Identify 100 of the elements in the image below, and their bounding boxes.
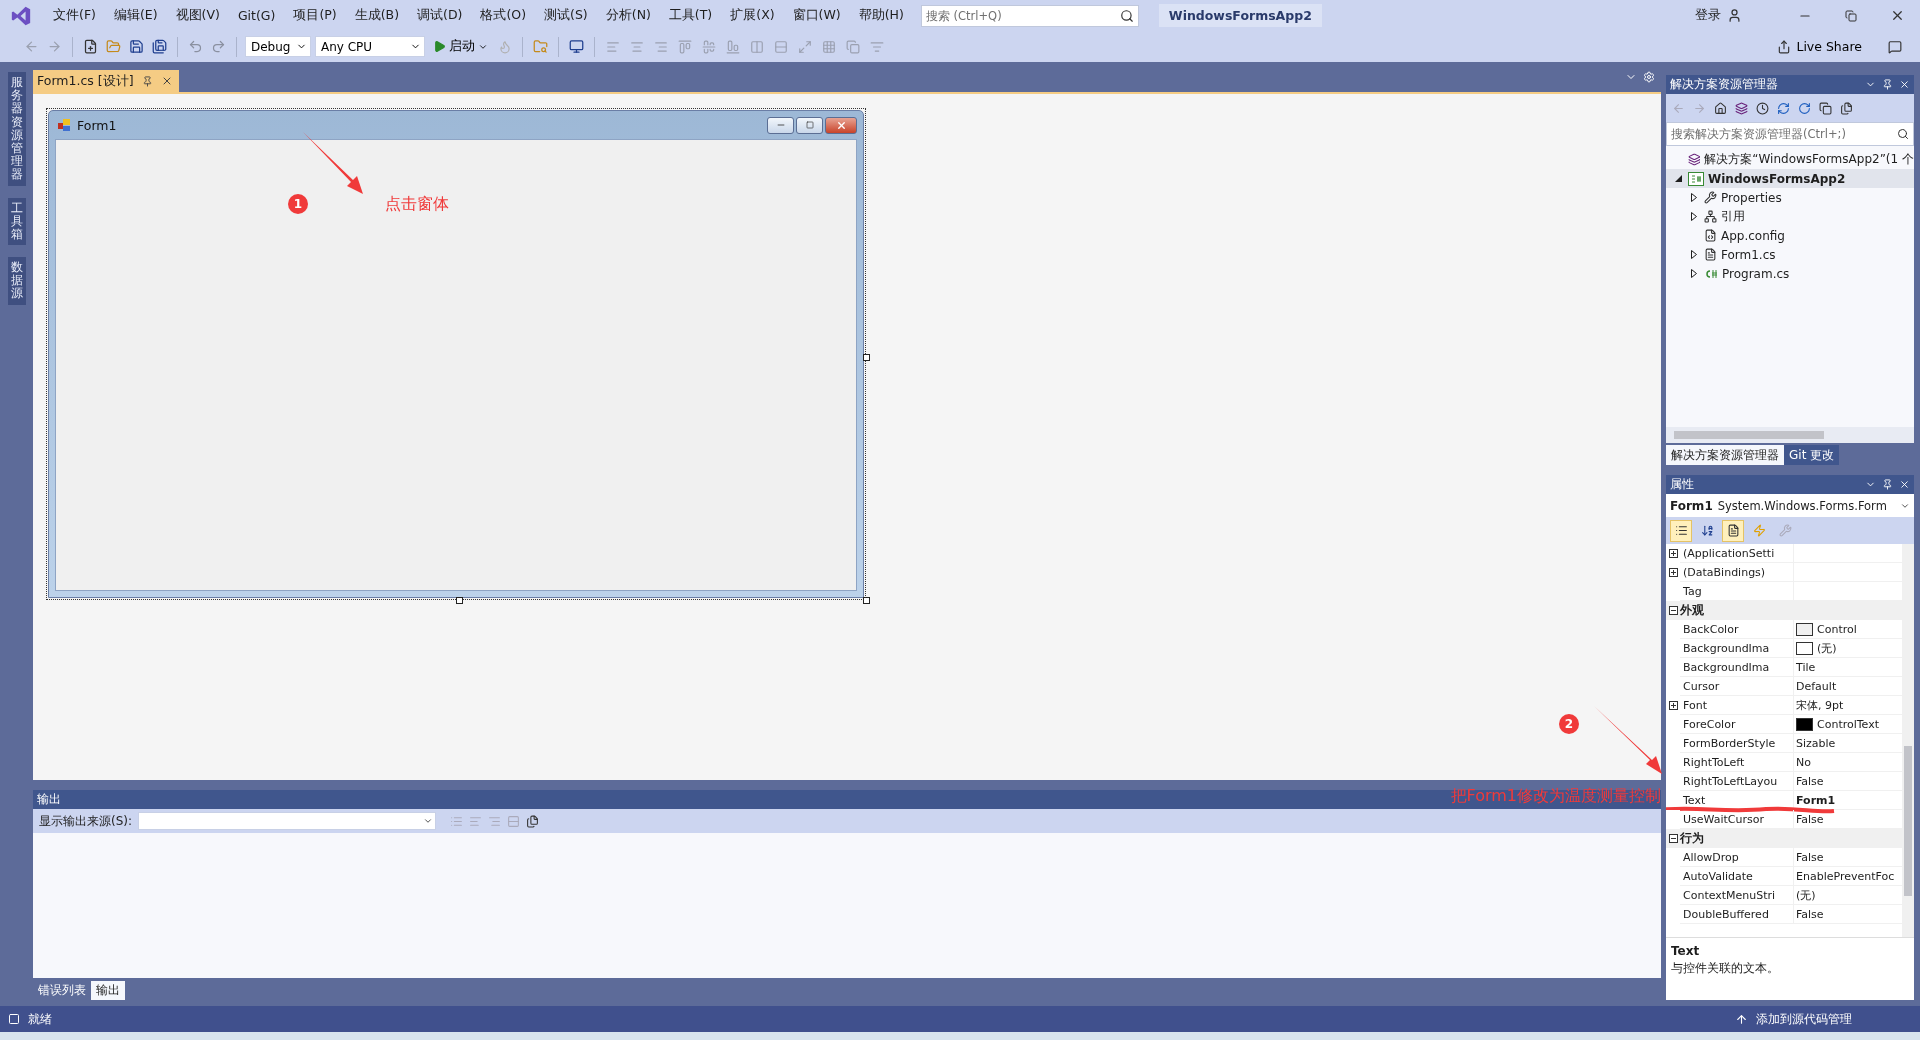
tree-item[interactable]: 引用 [1666,207,1914,226]
side-tab[interactable]: 工具箱 [7,197,26,246]
search-field[interactable]: 搜索解决方案资源管理器(Ctrl+;) [1666,122,1914,146]
maximize-icon[interactable] [805,121,814,129]
property-row[interactable]: AutoValidate EnablePreventFoc [1666,867,1902,886]
play-icon[interactable] [433,40,446,53]
resize-handle[interactable] [863,597,870,604]
property-row[interactable]: FormBorderStyle Sizable [1666,734,1902,753]
scroll-bar[interactable] [1902,544,1914,937]
close-icon[interactable] [835,119,847,131]
menu-item[interactable]: 窗口(W) [783,7,850,24]
new-file-icon[interactable] [83,39,98,54]
close-icon[interactable] [1899,79,1910,90]
start-button[interactable]: 启动 [429,35,492,58]
restore-icon[interactable] [1845,9,1857,22]
collapsed-triangle-icon[interactable] [1691,193,1697,202]
panel-tab[interactable]: 错误列表 [33,981,91,1000]
form-minimize-button[interactable] [767,116,794,134]
tree-item[interactable]: Program.cs [1666,264,1914,283]
files-icon[interactable] [1840,101,1853,115]
save-icon[interactable] [129,39,144,54]
property-row[interactable]: ContextMenuStri (无) [1666,886,1902,905]
scroll-bar[interactable] [1666,427,1914,443]
collapse-icon[interactable] [1819,101,1832,115]
redo-icon[interactable] [211,39,226,54]
collapse-icon[interactable] [1668,834,1678,843]
switch-view-icon[interactable] [1735,101,1748,115]
categorized-button[interactable] [1670,519,1692,542]
panel-tab[interactable]: 输出 [91,981,125,1000]
pin-icon[interactable] [1882,79,1893,90]
live-share-button[interactable]: Live Share [1771,38,1868,55]
collapsed-triangle-icon[interactable] [1691,212,1697,221]
menu-item[interactable]: 分析(N) [596,7,660,24]
resize-handle[interactable] [456,597,463,604]
platform-dropdown[interactable]: Any CPU [315,36,425,57]
menu-item[interactable]: 测试(S) [535,7,597,24]
object-selector[interactable]: Form1 System.Windows.Forms.Form [1666,494,1914,517]
property-row[interactable]: BackgroundIma Tile [1666,658,1902,677]
document-tab[interactable]: Form1.cs [设计] [33,70,179,92]
sort-icon[interactable] [1700,524,1714,537]
property-row[interactable]: AllowDrop False [1666,848,1902,867]
refresh-icon[interactable] [1798,101,1811,115]
sign-in-link[interactable]: 登录 [1695,7,1721,24]
tree-item[interactable]: WindowsFormsApp2 [1666,169,1914,188]
tree-item[interactable]: App.config [1666,226,1914,245]
property-row[interactable]: Cursor Default [1666,677,1902,696]
panel-tab[interactable]: Git 更改 [1784,445,1840,465]
form-close-button[interactable] [825,116,857,134]
undo-icon[interactable] [188,39,203,54]
save-all-icon[interactable] [152,39,167,54]
menu-item[interactable]: 工具(T) [659,7,722,24]
collapsed-triangle-icon[interactable] [1691,269,1697,278]
settings-icon[interactable] [1643,71,1655,83]
word-wrap-icon[interactable] [526,814,540,828]
pin-icon[interactable] [1882,479,1893,490]
property-row[interactable]: RightToLeft No [1666,753,1902,772]
search-field[interactable]: 搜索 (Ctrl+Q) [920,4,1139,27]
menu-item[interactable]: 编辑(E) [104,7,167,24]
menu-item[interactable]: 帮助(H) [849,7,913,24]
expand-icon[interactable] [1668,549,1678,558]
menu-item[interactable]: 文件(F) [44,7,105,24]
property-row[interactable]: Font 宋体, 9pt [1666,696,1902,715]
property-value[interactable]: (无) [1794,639,1902,658]
collapse-icon[interactable] [1668,606,1678,615]
tree-item[interactable]: Properties [1666,188,1914,207]
tree-item[interactable]: 解决方案“WindowsFormsApp2”(1 个 [1666,150,1914,169]
source-control-link[interactable]: 添加到源代码管理 [1756,1010,1852,1028]
list-icon[interactable] [1674,524,1688,537]
panel-tab[interactable]: 解决方案资源管理器 [1666,445,1784,465]
up-arrow-icon[interactable] [1735,1012,1748,1026]
search-icon[interactable] [1119,8,1134,23]
monitor-icon[interactable] [569,39,584,54]
tree-item[interactable]: Form1.cs [1666,245,1914,264]
folder-search-icon[interactable] [533,39,548,54]
property-row[interactable]: BackgroundIma (无) [1666,639,1902,658]
configuration-dropdown[interactable]: Debug [245,36,311,57]
menu-item[interactable]: 生成(B) [345,7,409,24]
resize-handle[interactable] [863,354,870,361]
sync-icon[interactable] [1777,101,1790,115]
folder-icon[interactable] [106,39,121,54]
home-icon[interactable] [1714,101,1727,115]
property-value[interactable]: ControlText [1794,715,1902,734]
expand-icon[interactable] [1668,701,1678,710]
pin-icon[interactable] [141,75,153,87]
clock-icon[interactable] [1756,101,1769,115]
property-row[interactable]: Text Form1 [1666,791,1902,810]
property-row[interactable]: RightToLeftLayou False [1666,772,1902,791]
user-icon[interactable] [1727,8,1742,23]
property-value[interactable]: Control [1794,620,1902,639]
side-tab[interactable]: 数据源 [7,257,26,305]
expanded-triangle-icon[interactable] [1674,175,1682,182]
property-row[interactable]: (ApplicationSetti [1666,544,1902,563]
page-icon[interactable] [1726,524,1740,537]
property-row[interactable]: (DataBindings) [1666,563,1902,582]
search-icon[interactable] [1897,128,1909,140]
feedback-icon[interactable] [1888,39,1902,54]
menu-item[interactable]: 项目(P) [284,7,346,24]
property-row[interactable]: ForeColor ControlText [1666,715,1902,734]
properties-button[interactable] [1722,519,1744,542]
close-icon[interactable] [1899,479,1910,490]
